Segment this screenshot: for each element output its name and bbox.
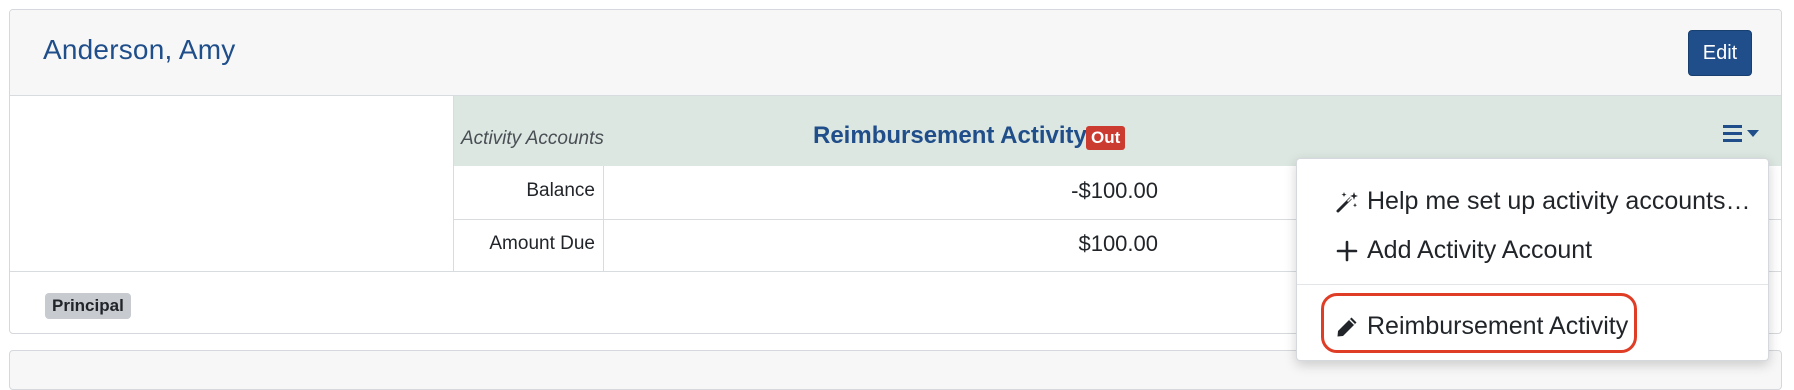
menu-item-help-setup[interactable]: Help me set up activity accounts… — [1297, 179, 1768, 223]
amount-due-label: Amount Due — [489, 233, 595, 254]
menu-item-label: Add Activity Account — [1367, 236, 1593, 264]
dropdown-divider — [1297, 284, 1768, 285]
table-header-row: Activity Accounts Reimbursement Activity… — [454, 96, 1781, 166]
activity-accounts-label: Activity Accounts — [461, 128, 604, 149]
accounts-menu-toggle[interactable] — [1721, 120, 1765, 150]
plus-icon — [1336, 240, 1358, 262]
reimbursement-activity-column-title[interactable]: Reimbursement Activity — [813, 122, 1087, 150]
left-pane — [10, 96, 454, 272]
menu-item-label: Help me set up activity accounts… — [1367, 187, 1751, 215]
highlight-ring — [1321, 293, 1637, 353]
principal-tag: Principal — [45, 293, 131, 319]
magic-wand-icon — [1336, 192, 1358, 213]
person-name: Anderson, Amy — [43, 34, 236, 65]
out-badge: Out — [1086, 126, 1126, 150]
row-label-cell: Amount Due — [454, 219, 604, 272]
edit-button[interactable]: Edit — [1688, 30, 1752, 76]
card-header: Anderson, Amy Edit — [10, 10, 1781, 96]
menu-item-add-activity-account[interactable]: Add Activity Account — [1297, 228, 1768, 272]
amount-due-value: $100.00 — [1078, 231, 1158, 256]
row-label-cell: Balance — [454, 166, 604, 219]
caret-down-icon — [1747, 130, 1759, 137]
balance-value: -$100.00 — [1071, 178, 1158, 203]
balance-label: Balance — [526, 180, 595, 201]
